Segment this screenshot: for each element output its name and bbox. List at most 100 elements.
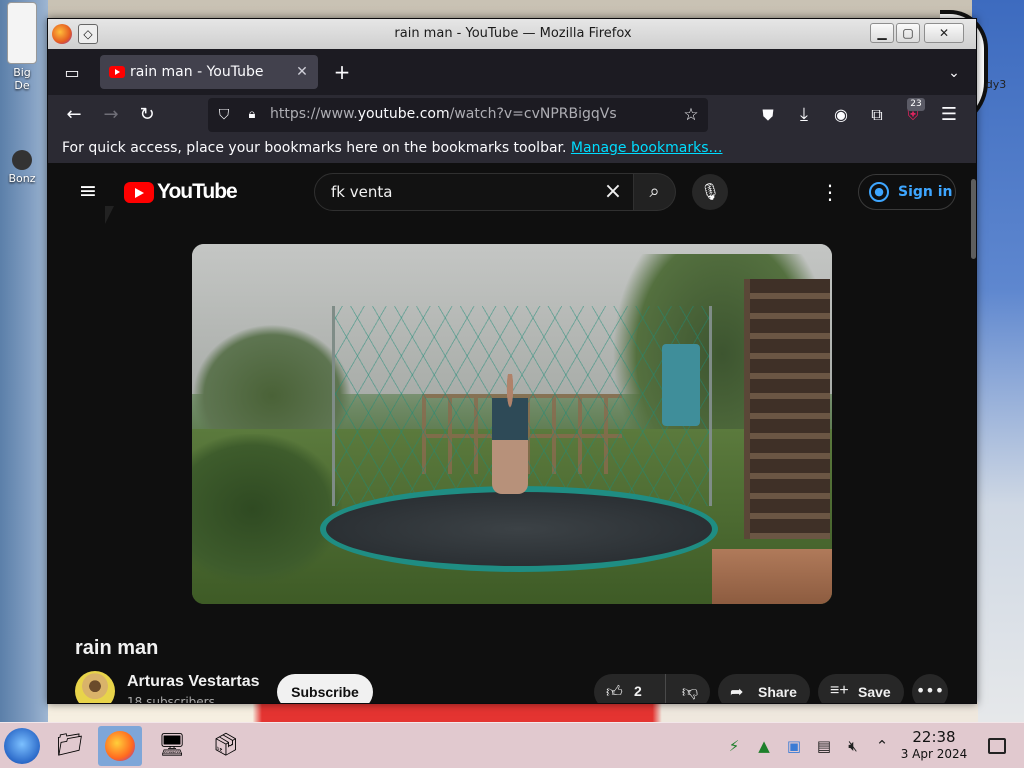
youtube-play-logo-icon (124, 182, 154, 203)
forward-button[interactable]: → (97, 101, 125, 129)
sign-in-button[interactable]: ● Sign in (858, 174, 956, 210)
video-frame-trees (192, 324, 352, 444)
video-frame-stairs (744, 279, 830, 539)
thumbs-up-icon: 👍︎ (606, 682, 623, 701)
guide-menu-icon[interactable]: ≡ (72, 176, 104, 208)
reload-button[interactable]: ↻ (133, 101, 161, 129)
clear-search-icon[interactable]: × (599, 178, 627, 206)
video-frame-trampoline (320, 486, 718, 572)
navigation-toolbar: ← → ↻ ⛉ 🔒︎ https://www.youtube.com/watch… (48, 95, 976, 135)
subscriber-count: 18 subscribers (127, 695, 215, 704)
voice-search-mic-icon[interactable]: 🎙︎ (692, 174, 728, 210)
taskbar: 📁︎ 🖥︎ 📦︎ ⚡ ▲ ▣ ▤ 🔇︎ ⌃ 22:38 3 Apr 2024 (0, 722, 1024, 768)
window-titlebar[interactable]: ◇ rain man - YouTube — Mozilla Firefox ▁… (48, 19, 976, 49)
lock-icon[interactable]: 🔒︎ (242, 105, 262, 125)
desktop-bottom-strip (48, 702, 978, 722)
update-icon[interactable]: ▲ (754, 736, 774, 756)
desktop-icon-bonz[interactable]: Bonz (2, 150, 42, 185)
archive-manager-icon[interactable]: 📦︎ (204, 726, 248, 766)
url-prefix: https://www. (270, 106, 358, 122)
network-icon[interactable]: ⚡ (724, 736, 744, 756)
url-text[interactable]: https://www.youtube.com/watch?v=cvNPRBig… (270, 106, 617, 122)
channel-avatar[interactable] (75, 671, 115, 703)
back-button[interactable]: ← (60, 101, 88, 129)
share-button[interactable]: ➦ Share (718, 674, 810, 703)
firefox-window: ◇ rain man - YouTube — Mozilla Firefox ▁… (47, 18, 977, 704)
scrollbar-thumb[interactable] (971, 179, 976, 259)
search-query[interactable]: fk venta (331, 183, 392, 201)
thumbs-down-icon: 👎︎ (681, 682, 699, 701)
desktop-icon-label: Big (13, 66, 31, 79)
settings-more-icon[interactable]: ⋮ (816, 176, 844, 208)
youtube-masthead: ≡ YouTube fk venta × ⌕ 🎙︎ ⋮ ● Sign in (48, 163, 969, 221)
extensions-icon[interactable]: ⧉ (863, 101, 891, 129)
tracking-protection-shield-icon[interactable]: ⛉ (214, 105, 234, 125)
video-title: rain man (75, 637, 159, 659)
save-button[interactable]: ≡+ Save (818, 674, 904, 703)
sign-in-label: Sign in (898, 184, 953, 200)
desktop-left-strip (0, 0, 48, 722)
show-desktop-button[interactable] (988, 738, 1006, 754)
bookmarks-hint: For quick access, place your bookmarks h… (62, 140, 722, 156)
start-button[interactable] (4, 728, 40, 764)
playlist-add-icon: ≡+ (830, 682, 849, 699)
clipboard-icon[interactable]: ▣ (784, 736, 804, 756)
remote-desktop-icon[interactable]: 🖥︎ (150, 726, 194, 766)
address-bar[interactable]: ⛉ 🔒︎ https://www.youtube.com/watch?v=cvN… (208, 98, 708, 132)
video-frame-hedge (192, 434, 342, 584)
save-label: Save (858, 684, 891, 700)
tab-strip: ▭ rain man - YouTube ✕ + ⌄ (48, 49, 976, 95)
volume-muted-icon[interactable]: 🔇︎ (843, 736, 863, 756)
mouse-cursor-icon (105, 206, 114, 224)
pocket-icon[interactable]: ⛊ (754, 101, 782, 129)
video-player[interactable] (192, 244, 832, 604)
notes-icon[interactable]: ▤ (814, 736, 834, 756)
subscribe-button[interactable]: Subscribe (277, 674, 373, 703)
page-scrollbar[interactable] (969, 163, 976, 703)
close-tab-icon[interactable]: ✕ (292, 62, 312, 82)
video-frame-towel (662, 344, 700, 426)
desktop-icon-big[interactable]: Big De (2, 2, 42, 92)
bookmarks-hint-text: For quick access, place your bookmarks h… (62, 140, 567, 156)
account-circle-icon: ● (869, 182, 889, 202)
list-all-tabs-button[interactable]: ⌄ (942, 61, 966, 85)
account-icon[interactable]: ◉ (827, 101, 855, 129)
window-title: rain man - YouTube — Mozilla Firefox (394, 26, 632, 41)
firefox-view-icon[interactable]: ▭ (60, 61, 84, 85)
like-dislike-group: 👍︎ 2 👎︎ (594, 674, 710, 703)
firefox-taskbar-icon[interactable] (98, 726, 142, 766)
channel-name[interactable]: Arturas Vestartas (127, 673, 260, 691)
tab-youtube[interactable]: rain man - YouTube ✕ (100, 55, 318, 89)
close-window-button[interactable]: ✕ (924, 23, 964, 43)
like-count: 2 (634, 683, 642, 699)
app-menu-icon[interactable]: ☰ (935, 101, 963, 129)
desktop-app-icon (12, 150, 32, 170)
tray-expand-icon[interactable]: ⌃ (872, 736, 892, 756)
search-button[interactable]: ⌕ (634, 173, 676, 211)
url-path: /watch?v=cvNPRBigqVs (449, 106, 617, 122)
desktop-icon-label: dy3 (985, 78, 1007, 91)
dislike-button[interactable]: 👎︎ (670, 674, 710, 703)
video-frame-deck (712, 549, 832, 604)
url-host: youtube.com (357, 106, 450, 122)
clock-time[interactable]: 22:38 (900, 728, 968, 746)
search-input[interactable]: fk venta × (314, 173, 634, 211)
new-tab-button[interactable]: + (330, 61, 354, 85)
desktop-icon-sublabel: De (14, 79, 30, 92)
clock-date[interactable]: 3 Apr 2024 (896, 747, 972, 761)
bookmark-star-icon[interactable]: ☆ (680, 104, 702, 126)
extension-badge-count: 23 (907, 98, 925, 111)
desktop-icon-right[interactable]: dy3 (976, 78, 1016, 91)
downloads-icon[interactable]: ⤓ (790, 101, 818, 129)
maximize-button[interactable]: ▢ (896, 23, 920, 43)
desktop-icon-label: Bonz (8, 172, 36, 185)
more-actions-icon[interactable]: ••• (912, 674, 948, 703)
desktop-file-icon (7, 2, 37, 64)
file-manager-icon[interactable]: 📁︎ (48, 726, 92, 766)
like-button[interactable]: 👍︎ 2 (594, 674, 666, 703)
minimize-button[interactable]: ▁ (870, 23, 894, 43)
manage-bookmarks-link[interactable]: Manage bookmarks… (571, 140, 723, 156)
video-frame-child (492, 374, 528, 494)
firefox-logo-icon (105, 731, 135, 761)
bookmarks-toolbar: For quick access, place your bookmarks h… (48, 135, 976, 163)
